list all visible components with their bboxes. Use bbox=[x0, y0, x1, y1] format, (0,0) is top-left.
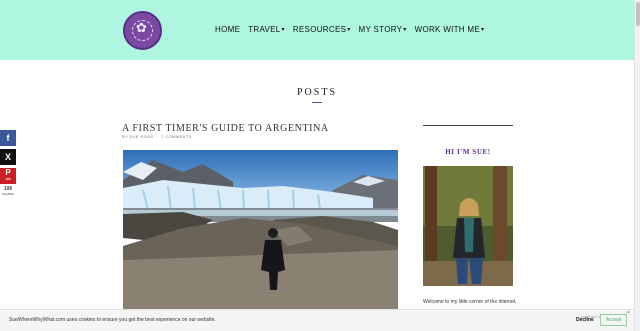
vertical-scrollbar[interactable] bbox=[634, 0, 640, 331]
x-share-button[interactable]: X bbox=[0, 149, 16, 165]
post-author[interactable]: BY SUE ROSS bbox=[122, 134, 153, 139]
chevron-down-icon: ▾ bbox=[347, 27, 351, 33]
cookie-message: SueWhereWhyWhat.com uses cookies to ensu… bbox=[9, 317, 216, 323]
share-total-label: SHARES bbox=[1, 192, 15, 196]
chevron-down-icon: ▾ bbox=[403, 27, 407, 33]
post-featured-image[interactable] bbox=[123, 150, 398, 310]
cookie-decline-button[interactable]: Decline bbox=[576, 317, 594, 323]
chevron-down-icon: ▾ bbox=[281, 27, 285, 33]
post-meta: BY SUE ROSS · 7 COMMENTS bbox=[122, 134, 192, 139]
main-nav: HOME TRAVEL▾ RESOURCES▾ MY STORY▾ WORK W… bbox=[215, 25, 492, 34]
scrollbar-thumb[interactable] bbox=[636, 2, 640, 26]
sidebar-divider bbox=[423, 125, 513, 126]
sidebar-heading: HI I'M SUE! bbox=[445, 148, 491, 156]
pinterest-count: 106 bbox=[5, 177, 11, 181]
site-header: ✿ HOME TRAVEL▾ RESOURCES▾ MY STORY▾ WORK… bbox=[0, 0, 634, 60]
nav-item-work-with-me[interactable]: WORK WITH ME▾ bbox=[415, 25, 485, 34]
page-title: POSTS bbox=[296, 87, 337, 98]
site-logo[interactable]: ✿ bbox=[123, 11, 162, 50]
author-photo bbox=[423, 166, 513, 286]
meta-separator: · bbox=[156, 134, 159, 139]
nav-item-my-story[interactable]: MY STORY▾ bbox=[359, 25, 407, 34]
cookie-banner: SueWhereWhyWhat.com uses cookies to ensu… bbox=[0, 309, 634, 331]
title-divider bbox=[312, 102, 322, 103]
cookie-accept-button[interactable]: Accept bbox=[600, 314, 627, 326]
nav-item-travel[interactable]: TRAVEL▾ bbox=[248, 25, 285, 34]
pinterest-icon: P bbox=[5, 168, 11, 177]
nav-item-home[interactable]: HOME bbox=[215, 25, 240, 34]
chevron-down-icon: ▾ bbox=[480, 27, 485, 33]
facebook-share-button[interactable]: f bbox=[0, 130, 16, 146]
sidebar-intro: Welcome to my little corner of the inter… bbox=[423, 299, 517, 305]
share-total: 106 SHARES bbox=[0, 187, 16, 197]
x-icon: X bbox=[4, 152, 11, 162]
logo-emblem-icon: ✿ bbox=[136, 21, 147, 36]
author-portrait bbox=[423, 166, 513, 286]
close-icon[interactable]: × bbox=[627, 310, 630, 316]
facebook-icon: f bbox=[6, 133, 10, 143]
post-title-link[interactable]: A FIRST TIMER'S GUIDE TO ARGENTINA bbox=[122, 123, 329, 134]
post-comments-link[interactable]: 7 COMMENTS bbox=[161, 134, 192, 139]
nav-item-resources[interactable]: RESOURCES▾ bbox=[293, 25, 351, 34]
glacier-photo bbox=[123, 150, 398, 310]
pinterest-share-button[interactable]: P 106 bbox=[0, 168, 16, 184]
